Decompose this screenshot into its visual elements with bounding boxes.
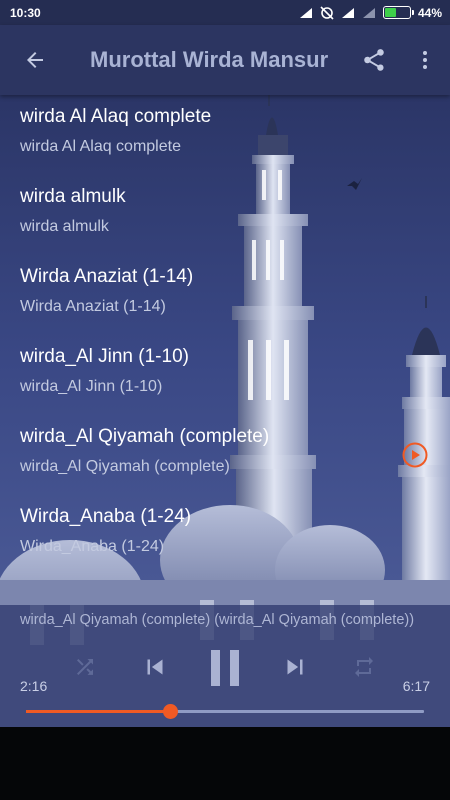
seek-bar-thumb[interactable] <box>163 704 179 719</box>
app-toolbar: Murottal Wirda Mansur <box>0 25 450 95</box>
back-button[interactable] <box>0 25 70 95</box>
track-subtitle: wirda_Al Qiyamah (complete) <box>20 458 230 475</box>
seek-bar-progress <box>26 710 171 713</box>
signal-bars-icon <box>341 7 354 18</box>
total-duration: 6:17 <box>402 678 430 694</box>
track-title: Wirda_Anaba (1-24) <box>20 506 192 527</box>
repeat-icon <box>355 657 373 677</box>
track-subtitle: Wirda Anaziat (1-14) <box>20 298 166 315</box>
signal-bars-secondary-icon <box>362 7 375 18</box>
status-bar: 10:30 44% <box>0 0 450 25</box>
seek-bar[interactable] <box>26 704 424 719</box>
list-item[interactable]: wirda Al Alaq complete wirda Al Alaq com… <box>0 95 450 175</box>
player-panel: wirda_Al Qiyamah (complete) (wirda_Al Qi… <box>0 605 450 727</box>
pause-icon <box>211 650 239 686</box>
battery-fill <box>384 8 396 17</box>
track-title: wirda almulk <box>20 186 126 207</box>
list-item-playing[interactable]: wirda_Al Qiyamah (complete) wirda_Al Qiy… <box>0 415 450 495</box>
play-circle-icon[interactable] <box>402 442 428 468</box>
track-subtitle: wirda Al Alaq complete <box>20 138 181 155</box>
skip-next-icon <box>287 659 303 675</box>
now-playing-label: wirda_Al Qiyamah (complete) (wirda_Al Qi… <box>20 612 415 628</box>
pause-button[interactable] <box>202 645 248 691</box>
bottom-area <box>0 727 450 800</box>
track-title: wirda_Al Jinn (1-10) <box>20 346 189 367</box>
battery-icon <box>382 6 414 19</box>
track-subtitle: wirda_Al Jinn (1-10) <box>20 378 163 395</box>
share-icon <box>364 49 384 71</box>
more-vert-icon <box>423 51 427 69</box>
elapsed-time: 2:16 <box>20 678 48 694</box>
list-item[interactable]: wirda_Al Jinn (1-10) wirda_Al Jinn (1-10… <box>0 335 450 415</box>
shuffle-button[interactable] <box>68 650 102 684</box>
toolbar-title: Murottal Wirda Mansur <box>90 47 329 72</box>
player-controls <box>0 645 450 695</box>
back-arrow-icon <box>27 52 43 68</box>
track-title: wirda_Al Qiyamah (complete) <box>20 426 270 447</box>
track-list: wirda Al Alaq complete wirda Al Alaq com… <box>0 95 450 605</box>
list-item[interactable]: Wirda Anaziat (1-14) Wirda Anaziat (1-14… <box>0 255 450 335</box>
list-item[interactable]: wirda almulk wirda almulk <box>0 175 450 255</box>
track-subtitle: Wirda_Anaba (1-24) <box>20 538 165 555</box>
previous-button[interactable] <box>136 648 174 686</box>
signal-icon <box>299 7 312 18</box>
more-options-button[interactable] <box>400 25 450 95</box>
share-button[interactable] <box>348 25 400 95</box>
list-item[interactable]: Wirda_Anaba (1-24) Wirda_Anaba (1-24) <box>0 495 450 575</box>
shuffle-icon <box>77 659 93 675</box>
next-button[interactable] <box>276 648 314 686</box>
battery-percent: 44% <box>417 5 442 20</box>
track-title: wirda Al Alaq complete <box>20 106 212 127</box>
status-time: 10:30 <box>10 5 41 20</box>
track-title: Wirda Anaziat (1-14) <box>20 266 194 287</box>
track-subtitle: wirda almulk <box>20 218 109 235</box>
repeat-button[interactable] <box>347 650 381 684</box>
skip-previous-icon <box>147 659 163 675</box>
no-alarm-icon <box>320 5 334 20</box>
